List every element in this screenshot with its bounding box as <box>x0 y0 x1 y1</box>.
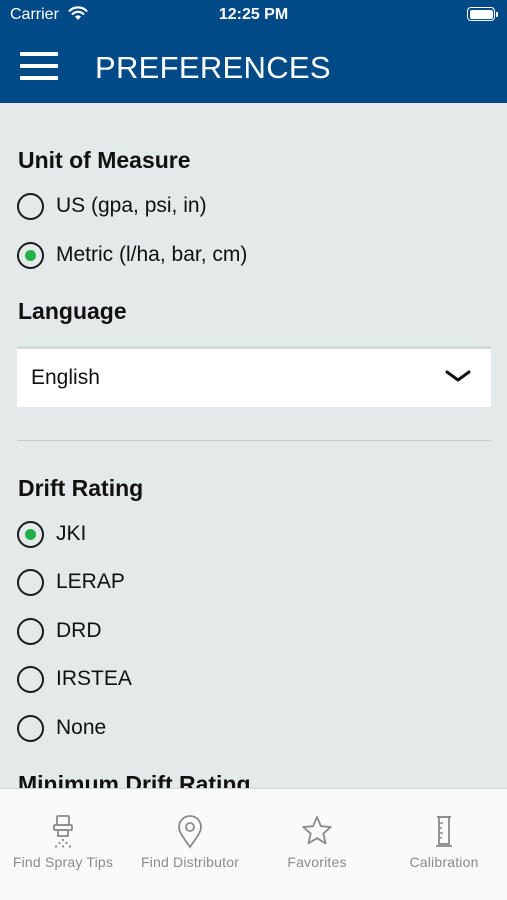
radio-button[interactable] <box>17 714 44 742</box>
radio-label: LERAP <box>56 570 125 593</box>
radio-label: DRD <box>56 619 102 642</box>
radio-option-us[interactable]: US (gpa, psi, in) <box>17 191 207 221</box>
language-select[interactable]: English <box>17 346 491 407</box>
page-title: PREFERENCES <box>95 50 331 85</box>
minimum-drift-rating-heading: Minimum Drift Rating <box>18 771 251 788</box>
tab-bar: Find Spray Tips Find Distributor Favorit… <box>0 788 507 900</box>
unit-of-measure-heading: Unit of Measure <box>18 147 191 173</box>
chevron-down-icon <box>445 369 471 388</box>
radio-button-selected[interactable] <box>17 520 44 548</box>
radio-button[interactable] <box>17 665 44 693</box>
map-pin-icon <box>127 815 253 849</box>
navigation-bar: PREFERENCES <box>0 30 507 103</box>
clock: 12:25 PM <box>218 6 289 23</box>
language-select-value: English <box>31 366 100 389</box>
tab-favorites[interactable]: Favorites <box>254 789 380 900</box>
radio-label: IRSTEA <box>56 667 132 690</box>
tab-find-spray-tips[interactable]: Find Spray Tips <box>0 789 126 900</box>
tab-label: Favorites <box>287 854 347 870</box>
preferences-content[interactable]: Unit of Measure US (gpa, psi, in) Metric… <box>0 103 507 788</box>
tab-label: Find Distributor <box>140 854 240 870</box>
radio-button-selected[interactable] <box>17 241 44 269</box>
tab-label: Calibration <box>409 854 479 870</box>
spray-nozzle-icon <box>0 815 126 849</box>
radio-option-jki[interactable]: JKI <box>17 519 86 549</box>
drift-rating-heading: Drift Rating <box>18 475 144 501</box>
radio-button[interactable] <box>17 192 44 220</box>
radio-option-lerap[interactable]: LERAP <box>17 567 125 597</box>
tab-label: Find Spray Tips <box>12 854 114 870</box>
radio-button[interactable] <box>17 617 44 645</box>
radio-button[interactable] <box>17 568 44 596</box>
radio-option-metric[interactable]: Metric (l/ha, bar, cm) <box>17 240 247 270</box>
radio-option-drd[interactable]: DRD <box>17 616 102 646</box>
divider <box>17 440 491 441</box>
radio-option-none[interactable]: None <box>17 713 106 743</box>
tab-calibration[interactable]: Calibration <box>381 789 507 900</box>
tab-find-distributor[interactable]: Find Distributor <box>127 789 253 900</box>
radio-label: JKI <box>56 522 87 545</box>
battery-icon <box>467 7 498 21</box>
status-bar: Carrier 12:25 PM <box>0 0 507 30</box>
radio-label: None <box>56 716 107 739</box>
radio-option-irstea[interactable]: IRSTEA <box>17 664 132 694</box>
star-icon <box>254 815 380 847</box>
hamburger-menu-icon[interactable] <box>20 52 58 82</box>
radio-label: US (gpa, psi, in) <box>56 194 207 217</box>
language-heading: Language <box>18 298 127 324</box>
measuring-cylinder-icon <box>381 815 507 849</box>
radio-label: Metric (l/ha, bar, cm) <box>56 243 248 266</box>
